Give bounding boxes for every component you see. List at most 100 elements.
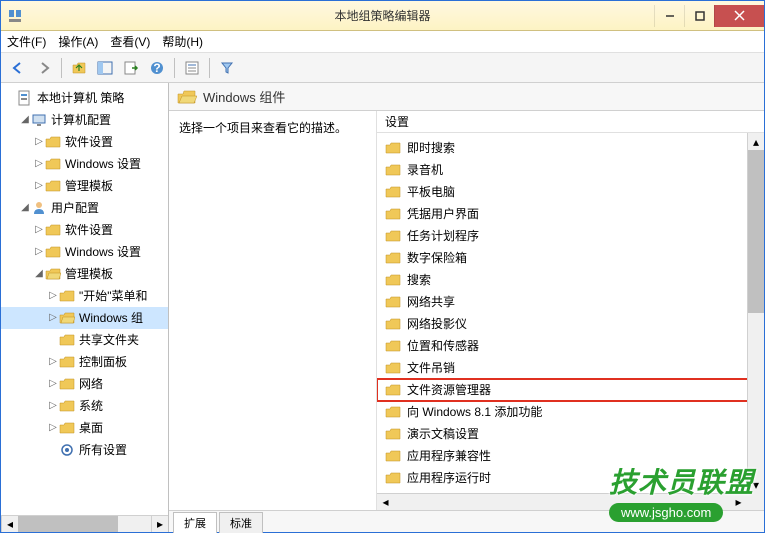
tree-all-settings[interactable]: 所有设置 <box>1 439 168 461</box>
tree-uc-windows[interactable]: ▷ Windows 设置 <box>1 241 168 263</box>
collapse-icon[interactable]: ◢ <box>19 199 31 217</box>
list-item[interactable]: 应用程序兼容性 <box>377 445 764 467</box>
back-button[interactable] <box>7 57 29 79</box>
app-icon <box>7 8 23 24</box>
folder-icon <box>385 427 401 441</box>
forward-button[interactable] <box>33 57 55 79</box>
list-item[interactable]: 即时搜索 <box>377 137 764 159</box>
list-item[interactable]: 演示文稿设置 <box>377 423 764 445</box>
menu-help[interactable]: 帮助(H) <box>162 33 203 50</box>
horizontal-scrollbar[interactable]: ◂ ▸ <box>377 493 747 510</box>
settings-list[interactable]: 即时搜索录音机平板电脑凭据用户界面任务计划程序数字保险箱搜索网络共享网络投影仪位… <box>377 133 764 493</box>
list-item[interactable]: 网络投影仪 <box>377 313 764 335</box>
folder-icon <box>59 354 75 370</box>
scroll-down-icon[interactable]: ▾ <box>748 476 764 493</box>
toolbar-separator <box>61 58 62 78</box>
maximize-button[interactable] <box>684 5 714 27</box>
tree-windows-components[interactable]: ▷ Windows 组 <box>1 307 168 329</box>
list-item[interactable]: 位置和传感器 <box>377 335 764 357</box>
filter-button[interactable] <box>216 57 238 79</box>
list-item[interactable]: 数字保险箱 <box>377 247 764 269</box>
expand-icon[interactable]: ▷ <box>33 243 45 261</box>
tree-uc-software[interactable]: ▷ 软件设置 <box>1 219 168 241</box>
menubar: 文件(F) 操作(A) 查看(V) 帮助(H) <box>1 31 764 53</box>
list-item-label: 数字保险箱 <box>407 249 467 267</box>
tree-uc-templates[interactable]: ◢ 管理模板 <box>1 263 168 285</box>
tree-computer-config[interactable]: ◢ 计算机配置 <box>1 109 168 131</box>
scroll-left-icon[interactable]: ◂ <box>1 516 18 532</box>
menu-view[interactable]: 查看(V) <box>110 33 150 50</box>
list-item[interactable]: 网络共享 <box>377 291 764 313</box>
expand-icon[interactable]: ▷ <box>47 419 59 437</box>
description-text: 选择一个项目来查看它的描述。 <box>179 121 347 135</box>
close-button[interactable] <box>714 5 764 27</box>
folder-icon <box>385 383 401 397</box>
tree-user-config[interactable]: ◢ 用户配置 <box>1 197 168 219</box>
scroll-left-icon[interactable]: ◂ <box>377 494 394 510</box>
folder-icon <box>45 156 61 172</box>
list-item[interactable]: 录音机 <box>377 159 764 181</box>
tab-standard[interactable]: 标准 <box>219 512 263 533</box>
list-item-label: 网络共享 <box>407 293 455 311</box>
tree-system[interactable]: ▷ 系统 <box>1 395 168 417</box>
menu-file[interactable]: 文件(F) <box>7 33 46 50</box>
tree-start-menu[interactable]: ▷ "开始"菜单和 <box>1 285 168 307</box>
list-item[interactable]: 文件吊销 <box>377 357 764 379</box>
list-item-label: 文件吊销 <box>407 359 455 377</box>
list-item[interactable]: 文件资源管理器 <box>377 379 764 401</box>
expand-icon[interactable]: ▷ <box>47 309 59 327</box>
list-column-header[interactable]: 设置 <box>377 111 764 133</box>
expand-icon[interactable]: ▷ <box>33 155 45 173</box>
list-item[interactable]: 凭据用户界面 <box>377 203 764 225</box>
tree-cc-windows[interactable]: ▷ Windows 设置 <box>1 153 168 175</box>
expand-icon[interactable]: ▷ <box>33 221 45 239</box>
collapse-icon[interactable]: ◢ <box>33 265 45 283</box>
export-button[interactable] <box>120 57 142 79</box>
vertical-scrollbar[interactable]: ▴ ▾ <box>747 133 764 493</box>
expand-icon[interactable]: ▷ <box>47 397 59 415</box>
list-item[interactable]: 任务计划程序 <box>377 225 764 247</box>
folder-icon <box>385 339 401 353</box>
scroll-right-icon[interactable]: ▸ <box>730 494 747 510</box>
list-item[interactable]: 平板电脑 <box>377 181 764 203</box>
scroll-right-icon[interactable]: ▸ <box>151 516 168 532</box>
tab-extended[interactable]: 扩展 <box>173 512 217 533</box>
list-item[interactable]: 应用程序运行时 <box>377 467 764 489</box>
show-hide-tree-button[interactable] <box>94 57 116 79</box>
details-panel: Windows 组件 选择一个项目来查看它的描述。 设置 即时搜索录音机平板电脑… <box>169 83 764 532</box>
tree-label: Windows 设置 <box>65 243 141 261</box>
folder-icon <box>385 317 401 331</box>
navigation-tree[interactable]: 本地计算机 策略 ◢ 计算机配置 ▷ 软件设置 ▷ Windows 设置 ▷ 管… <box>1 83 168 515</box>
expand-icon[interactable]: ▷ <box>47 353 59 371</box>
tree-cc-software[interactable]: ▷ 软件设置 <box>1 131 168 153</box>
help-button[interactable]: ? <box>146 57 168 79</box>
tree-label: 软件设置 <box>65 221 113 239</box>
collapse-icon[interactable]: ◢ <box>19 111 31 129</box>
list-item[interactable]: 搜索 <box>377 269 764 291</box>
tree-control-panel[interactable]: ▷ 控制面板 <box>1 351 168 373</box>
menu-action[interactable]: 操作(A) <box>58 33 98 50</box>
folder-icon <box>385 361 401 375</box>
tree-network[interactable]: ▷ 网络 <box>1 373 168 395</box>
tree-label: 系统 <box>79 397 103 415</box>
list-item-label: 平板电脑 <box>407 183 455 201</box>
tree-cc-templates[interactable]: ▷ 管理模板 <box>1 175 168 197</box>
scrollbar-thumb[interactable] <box>748 150 764 313</box>
expand-icon[interactable]: ▷ <box>33 177 45 195</box>
tree-shared-folders[interactable]: 共享文件夹 <box>1 329 168 351</box>
horizontal-scrollbar[interactable]: ◂ ▸ <box>1 515 168 532</box>
folder-icon <box>385 405 401 419</box>
scrollbar-thumb[interactable] <box>18 516 118 532</box>
tree-label: 桌面 <box>79 419 103 437</box>
minimize-button[interactable] <box>654 5 684 27</box>
expand-icon[interactable]: ▷ <box>47 287 59 305</box>
expand-icon[interactable]: ▷ <box>33 133 45 151</box>
tree-root[interactable]: 本地计算机 策略 <box>1 87 168 109</box>
up-button[interactable] <box>68 57 90 79</box>
folder-icon <box>59 420 75 436</box>
tree-desktop[interactable]: ▷ 桌面 <box>1 417 168 439</box>
properties-button[interactable] <box>181 57 203 79</box>
list-item[interactable]: 向 Windows 8.1 添加功能 <box>377 401 764 423</box>
scroll-up-icon[interactable]: ▴ <box>748 133 764 150</box>
expand-icon[interactable]: ▷ <box>47 375 59 393</box>
